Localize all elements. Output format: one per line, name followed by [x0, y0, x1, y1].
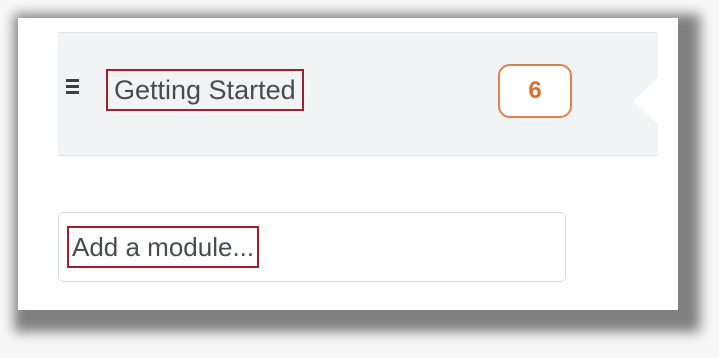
modules-panel: Getting Started 6 Add a module... — [18, 18, 678, 310]
add-module-placeholder: Add a module... — [67, 226, 260, 268]
add-module-input[interactable]: Add a module... — [58, 212, 566, 282]
module-count-badge: 6 — [498, 64, 572, 118]
module-item-getting-started[interactable]: Getting Started 6 — [58, 32, 659, 156]
modules-content: Getting Started 6 Add a module... — [58, 32, 659, 310]
selected-pointer-notch — [633, 77, 659, 125]
hamburger-menu-icon[interactable] — [66, 79, 80, 95]
screenshot-stage: Getting Started 6 Add a module... — [0, 0, 719, 358]
module-title[interactable]: Getting Started — [106, 69, 304, 111]
